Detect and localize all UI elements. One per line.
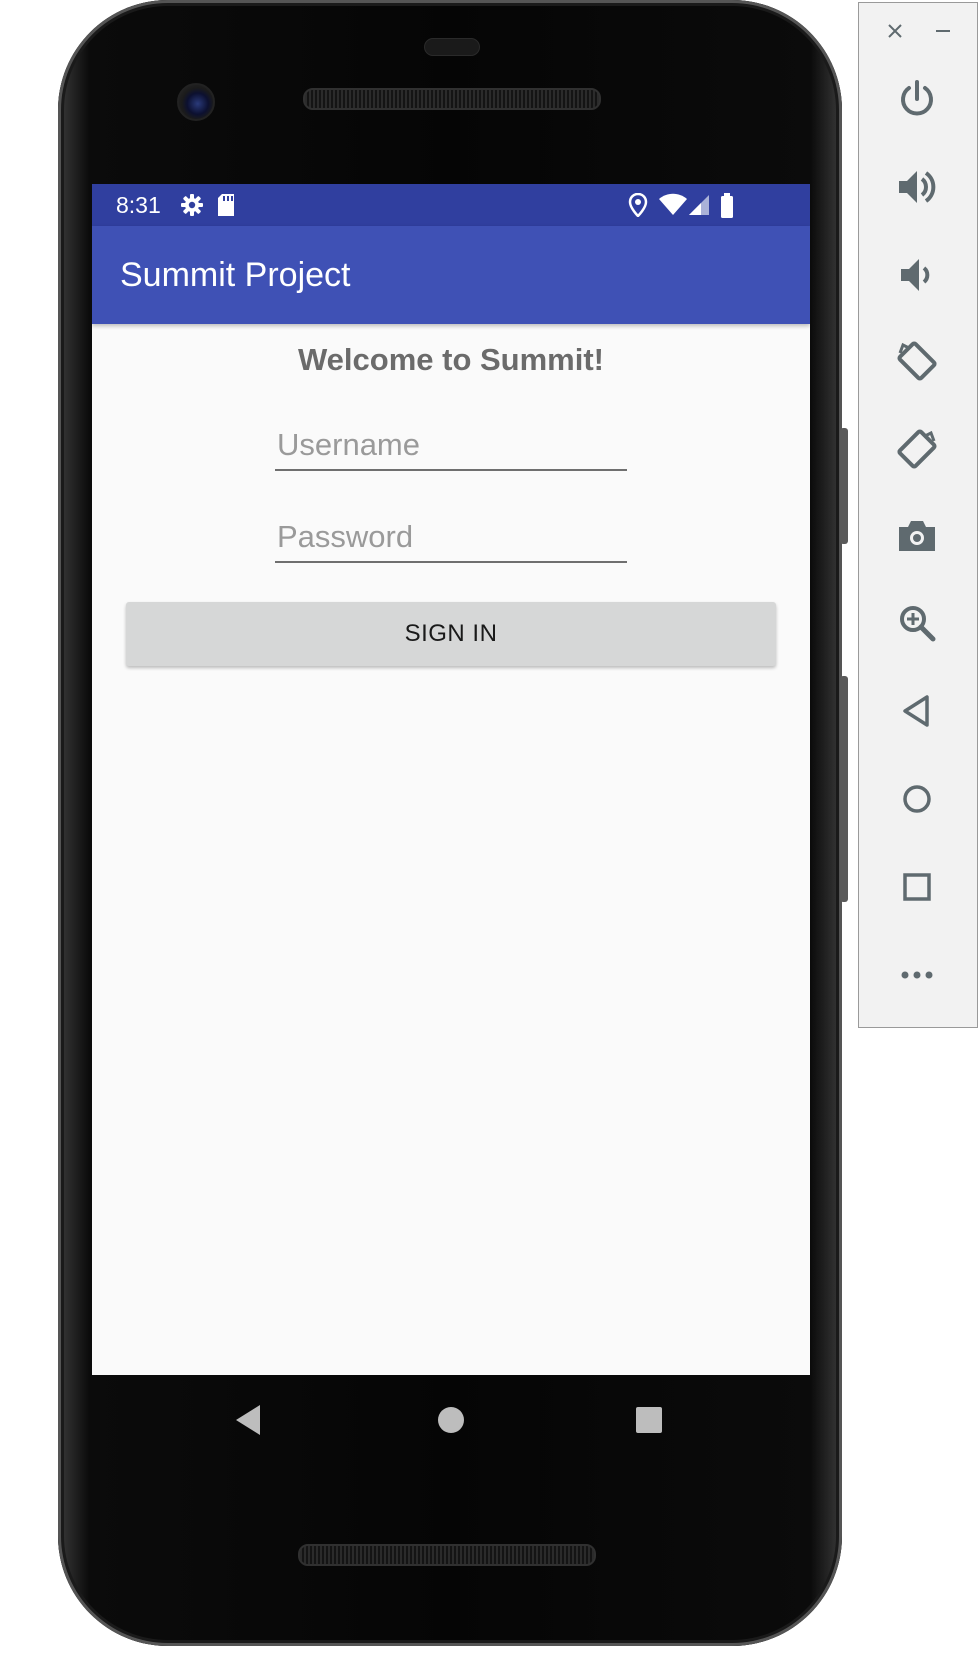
- phone-sensor: [424, 38, 480, 56]
- camera-icon[interactable]: [895, 513, 939, 557]
- phone-power-key: [840, 428, 848, 544]
- front-camera: [177, 83, 215, 121]
- more-icon[interactable]: [895, 953, 939, 997]
- rotate-left-icon[interactable]: [895, 339, 939, 383]
- rotate-right-icon[interactable]: [895, 427, 939, 471]
- phone-volume-key: [840, 676, 848, 902]
- home-icon[interactable]: [895, 777, 939, 821]
- device-screen: 8:31 Summit Project Welcome to Summit! U…: [92, 184, 810, 1375]
- back-icon[interactable]: [234, 1403, 264, 1437]
- home-icon[interactable]: [436, 1403, 466, 1437]
- wifi-icon: [659, 193, 687, 215]
- bottom-speaker-grille: [298, 1544, 596, 1566]
- emulator-toolbar: [858, 2, 978, 1028]
- back-icon[interactable]: [895, 689, 939, 733]
- volume-down-icon[interactable]: [895, 253, 939, 297]
- gear-icon: [181, 194, 203, 216]
- power-icon[interactable]: [895, 77, 939, 121]
- location-icon: [628, 193, 648, 217]
- status-bar: 8:31: [92, 184, 810, 226]
- zoom-icon[interactable]: [895, 601, 939, 645]
- username-field[interactable]: [275, 425, 627, 471]
- top-speaker-grille: [303, 88, 601, 110]
- signal-icon: [689, 195, 709, 215]
- recents-icon[interactable]: [634, 1403, 664, 1437]
- sd-card-icon: [218, 194, 234, 216]
- password-field[interactable]: [275, 517, 627, 563]
- battery-icon: [721, 193, 733, 218]
- overview-icon[interactable]: [895, 865, 939, 909]
- volume-up-icon[interactable]: [895, 165, 939, 209]
- sign-in-button[interactable]: SIGN IN: [126, 602, 776, 666]
- minimize-icon[interactable]: [933, 21, 953, 41]
- welcome-heading: Welcome to Summit!: [297, 342, 605, 377]
- status-time: 8:31: [116, 192, 161, 218]
- android-nav-bar: [92, 1375, 810, 1465]
- app-title: Summit Project: [120, 256, 351, 294]
- app-bar: Summit Project: [92, 226, 810, 324]
- close-icon[interactable]: [885, 21, 905, 41]
